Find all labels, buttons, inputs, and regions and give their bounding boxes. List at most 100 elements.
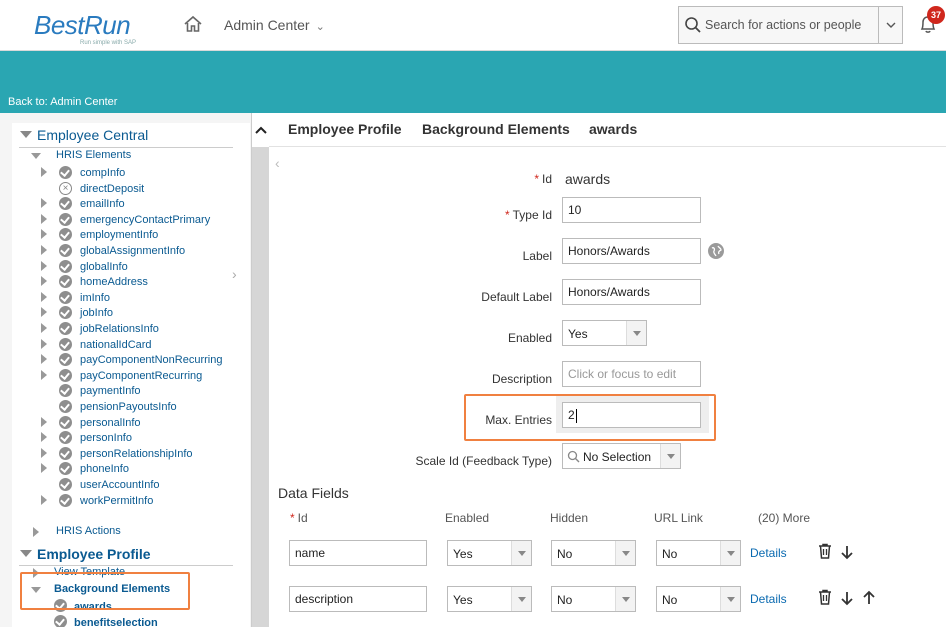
module-switcher[interactable]: Admin Center ⌄ [224,17,325,33]
tree-node-hris-item[interactable]: imInfo [80,292,110,304]
chevron-right-icon[interactable]: › [232,266,237,282]
collapse-triangle-icon[interactable] [20,550,32,557]
row-id-field[interactable]: name [289,540,427,566]
tree-node-hris-item[interactable]: directDeposit [80,183,144,195]
tree-node-hris-item[interactable]: workPermitInfo [80,495,153,507]
breadcrumb-background-elements[interactable]: Background Elements [422,121,570,137]
tree-node-hris-item[interactable]: personInfo [80,432,132,444]
enabled-dropdown[interactable]: Yes [562,320,647,346]
check-circle-icon [59,369,72,382]
expand-triangle-icon[interactable] [41,323,47,333]
expand-triangle-icon[interactable] [41,370,47,380]
tree-node-hris-item[interactable]: globalAssignmentInfo [80,245,185,257]
expand-triangle-icon[interactable] [41,214,47,224]
trash-icon[interactable] [817,543,833,559]
row-enabled-value: Yes [453,593,473,607]
collapse-triangle-icon[interactable] [31,153,41,159]
row-enabled-dropdown[interactable]: Yes [447,586,532,612]
expand-triangle-icon[interactable] [41,245,47,255]
chevron-down-icon [626,321,646,345]
scale-id-dropdown[interactable]: No Selection [562,443,681,469]
column-header-enabled: Enabled [445,511,490,525]
more-columns-button[interactable]: (20) More [758,511,810,525]
search-scope-dropdown[interactable] [878,7,902,43]
breadcrumb: Employee Profile Background Elements awa… [269,113,946,147]
tree-node-hris-item[interactable]: personalInfo [80,417,141,429]
tree-section-employee-central[interactable]: Employee Central [37,127,148,143]
tree-node-hris-item[interactable]: nationalIdCard [80,339,152,351]
row-hidden-dropdown[interactable]: No [551,540,636,566]
type-id-field[interactable]: 10 [562,197,701,223]
expand-triangle-icon[interactable] [41,463,47,473]
expand-triangle-icon[interactable] [41,292,47,302]
row-url-link-dropdown[interactable]: No [656,540,741,566]
expand-triangle-icon[interactable] [41,229,47,239]
breadcrumb-awards[interactable]: awards [589,121,637,137]
tree-node-hris-item[interactable]: jobRelationsInfo [80,323,159,335]
home-icon[interactable] [183,15,203,33]
back-to-admin-link[interactable]: Back to: Admin Center [8,96,117,108]
notification-badge[interactable]: 37 [927,6,945,24]
row-details-link[interactable]: Details [750,546,787,560]
default-label-field[interactable]: Honors/Awards [562,279,701,305]
id-label: * Id [534,172,552,186]
expand-triangle-icon[interactable] [41,339,47,349]
collapse-triangle-icon[interactable] [20,131,32,138]
tree-node-hris-actions[interactable]: HRIS Actions [56,525,121,537]
row-details-link[interactable]: Details [750,592,787,606]
arrow-down-icon[interactable] [839,544,855,560]
tree-node-hris-item[interactable]: globalInfo [80,261,128,273]
row-id-field[interactable]: description [289,586,427,612]
row-enabled-dropdown[interactable]: Yes [447,540,532,566]
expand-triangle-icon[interactable] [41,448,47,458]
expand-triangle-icon[interactable] [41,417,47,427]
tree-node-hris-item[interactable]: payComponentNonRecurring [80,354,222,366]
tree-node-hris-item[interactable]: jobInfo [80,307,113,319]
expand-triangle-icon[interactable] [33,527,39,537]
expand-triangle-icon[interactable] [41,495,47,505]
arrow-down-icon[interactable] [839,590,855,606]
panel-splitter[interactable] [252,113,269,627]
label-field[interactable]: Honors/Awards [562,238,701,264]
tree-node-hris-item[interactable]: phoneInfo [80,463,129,475]
expand-triangle-icon[interactable] [41,307,47,317]
expand-triangle-icon[interactable] [41,432,47,442]
expand-triangle-icon[interactable] [41,198,47,208]
check-circle-icon [59,228,72,241]
expand-triangle-icon[interactable] [41,276,47,286]
check-circle-icon [54,615,67,627]
search-icon [567,450,580,463]
header-band [0,51,946,113]
expand-triangle-icon[interactable] [41,354,47,364]
tree-node-benefitselection[interactable]: benefitselection [74,617,158,627]
description-field[interactable]: Click or focus to edit [562,361,701,387]
tree-node-hris-item[interactable]: paymentInfo [80,385,141,397]
scale-id-value: No Selection [583,450,652,464]
tree-node-hris-item[interactable]: compInfo [80,167,125,179]
chevron-down-icon: ⌄ [315,21,325,33]
trash-icon[interactable] [817,589,833,605]
breadcrumb-employee-profile[interactable]: Employee Profile [288,121,402,137]
collapse-up-button[interactable] [252,113,269,147]
expand-triangle-icon[interactable] [41,261,47,271]
tree-node-hris-item[interactable]: userAccountInfo [80,479,160,491]
tree-node-hris-item[interactable]: payComponentRecurring [80,370,202,382]
tree-node-hris-item[interactable]: pensionPayoutsInfo [80,401,177,413]
column-header-hidden: Hidden [550,511,589,525]
row-url-link-dropdown[interactable]: No [656,586,741,612]
tree-node-hris-elements[interactable]: HRIS Elements [56,149,131,161]
row-hidden-dropdown[interactable]: No [551,586,636,612]
tree-node-hris-item[interactable]: personRelationshipInfo [80,448,193,460]
tree-node-hris-item[interactable]: homeAddress [80,276,148,288]
search-icon [685,17,701,33]
tree-node-hris-item[interactable]: emergencyContactPrimary [80,214,210,226]
tree-node-hris-item[interactable]: emailInfo [80,198,125,210]
expand-triangle-icon[interactable] [41,167,47,177]
globe-icon[interactable] [708,243,724,259]
arrow-up-icon[interactable] [861,590,877,606]
company-logo[interactable]: BestRun Run simple with SAP [34,10,136,46]
chevron-left-icon[interactable]: ‹ [275,155,280,171]
tree-node-hris-item[interactable]: employmentInfo [80,229,158,241]
search-input[interactable] [705,15,875,35]
tree-section-employee-profile[interactable]: Employee Profile [37,546,151,562]
